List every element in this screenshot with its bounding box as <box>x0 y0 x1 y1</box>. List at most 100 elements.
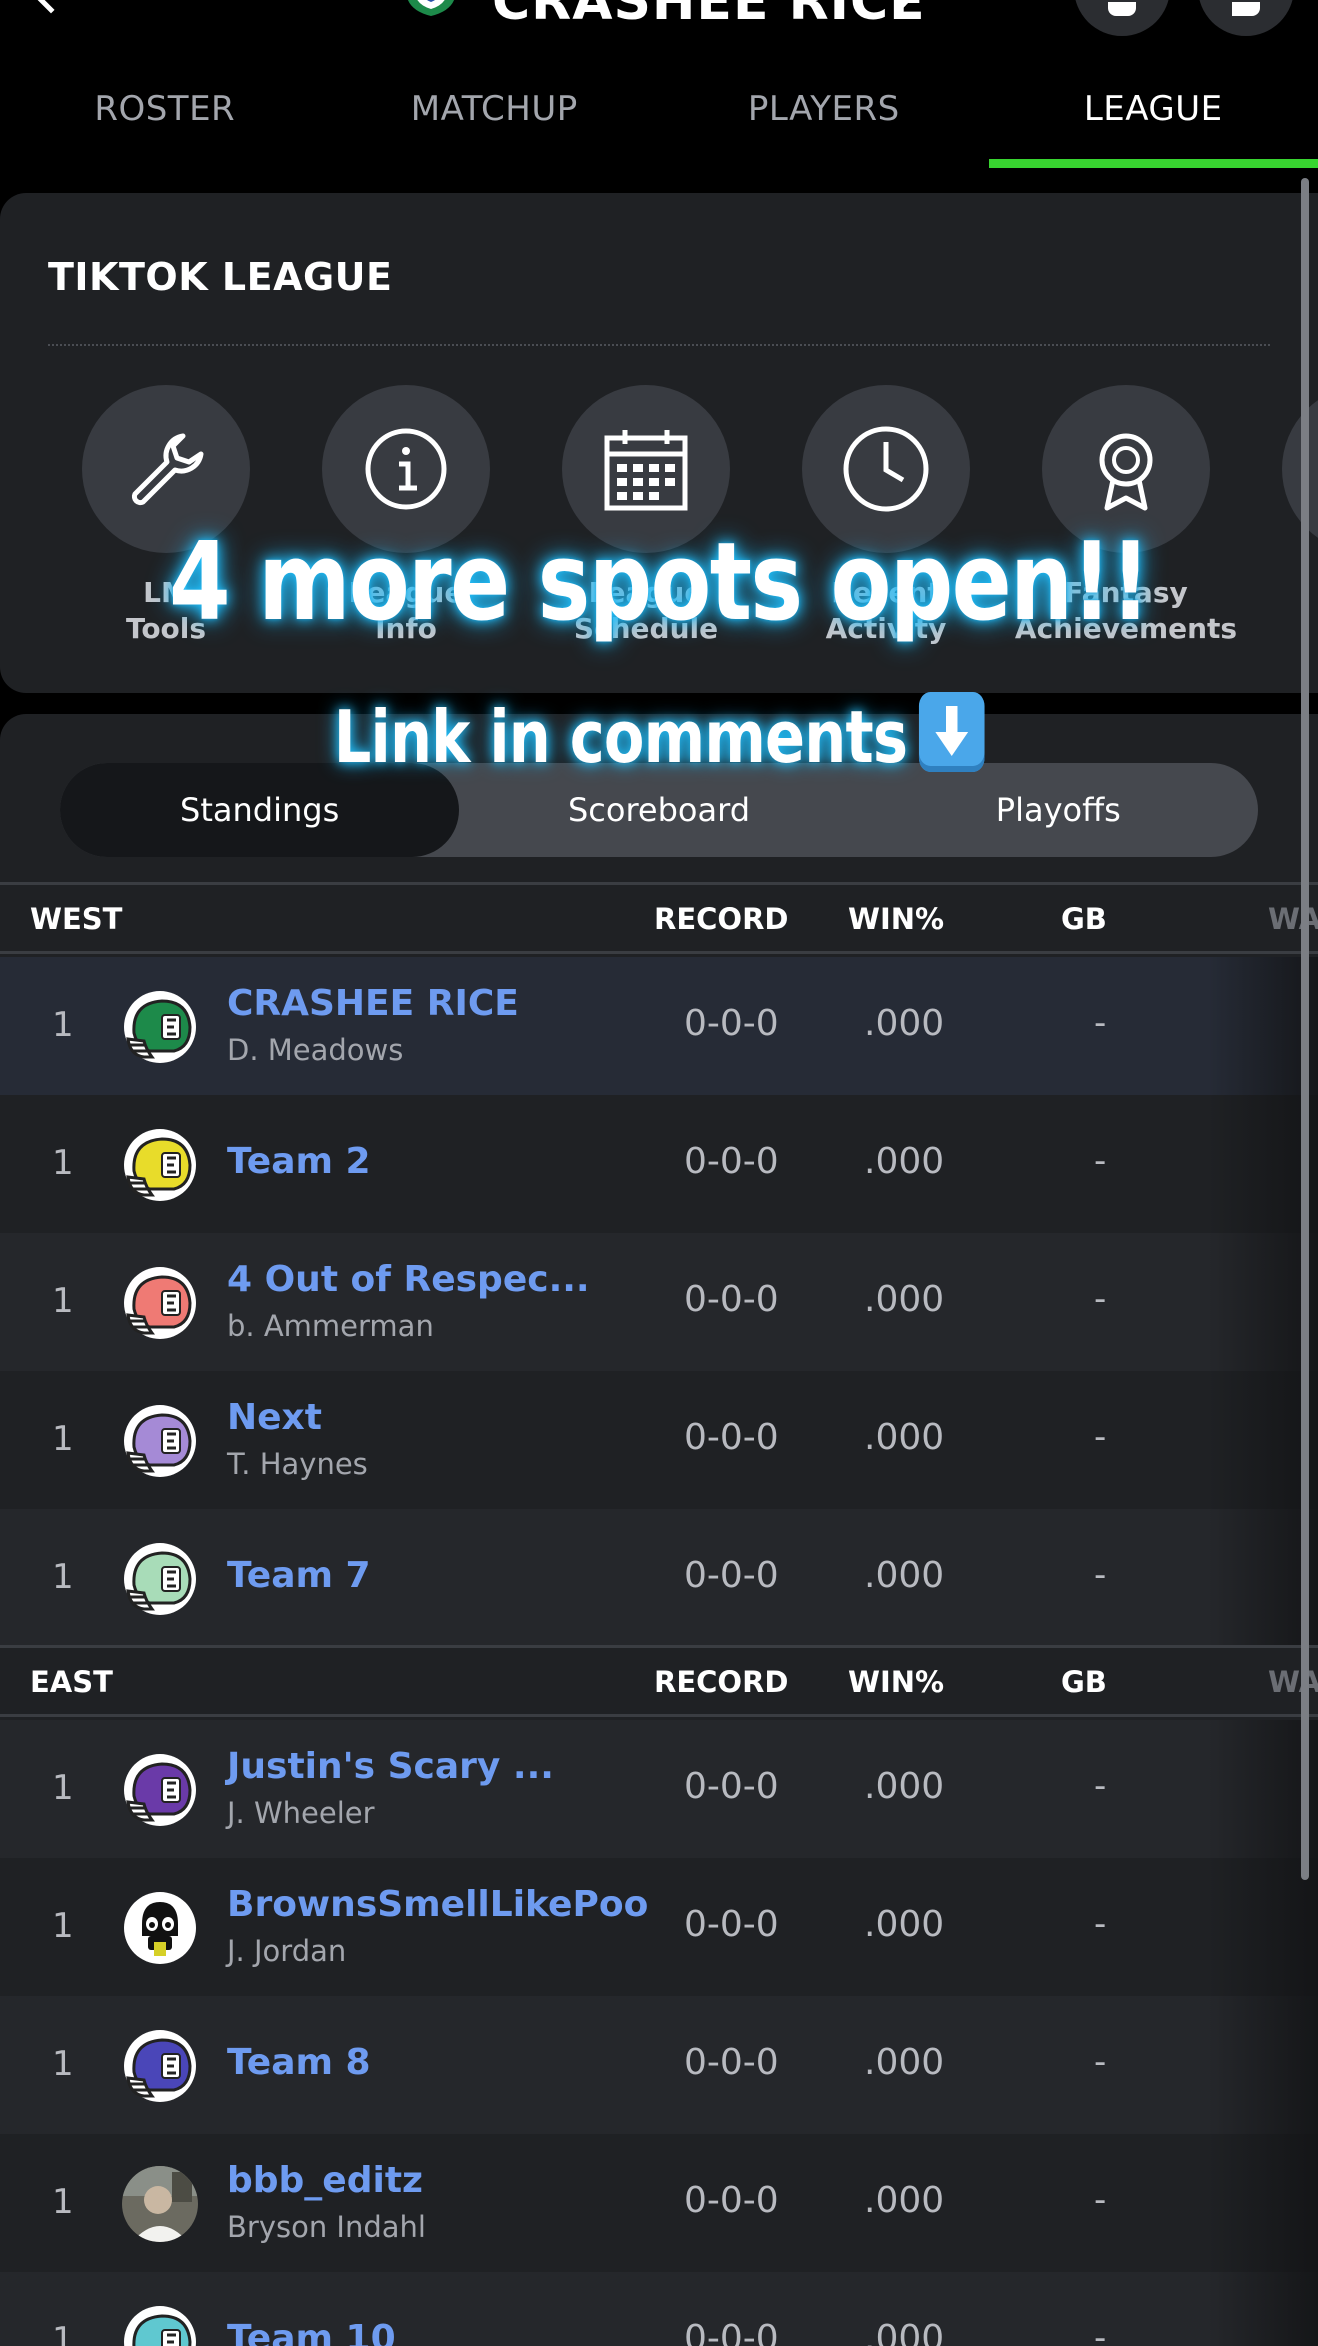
team-name-link[interactable]: BrownsSmellLikePoo <box>227 1884 648 1925</box>
team-win-pct: .000 <box>864 1141 945 1182</box>
division-name: WEST <box>30 902 123 936</box>
promo-overlay-subline: Link in comments <box>119 692 1200 779</box>
standings-row[interactable]: 1 Team 2 0-0-0 .000 - <box>0 1095 1318 1233</box>
standings-row[interactable]: 1 bbb_editz Bryson Indahl 0-0-0 .000 - <box>0 2134 1318 2272</box>
down-arrow-icon <box>918 692 985 772</box>
team-gb: - <box>1094 2180 1107 2220</box>
team-name-link[interactable]: Team 10 <box>227 2318 396 2346</box>
team-rank: 1 <box>52 1768 74 1808</box>
promo-overlay-text: Link in comments <box>333 695 908 779</box>
tab-players[interactable]: PLAYERS <box>659 50 989 168</box>
team-gb: - <box>1094 2318 1107 2346</box>
team-owner: T. Haynes <box>227 1447 368 1481</box>
team-helmet-icon <box>122 989 198 1065</box>
team-record: 0-0-0 <box>684 1904 779 1945</box>
team-name-link[interactable]: Team 8 <box>227 2042 371 2083</box>
team-win-pct: .000 <box>864 2318 945 2346</box>
team-title[interactable]: CRASHEE RICE <box>492 0 926 32</box>
col-wa[interactable]: WA <box>1268 1665 1318 1699</box>
team-name-link[interactable]: Justin's Scary ... <box>227 1746 554 1787</box>
notifications-button[interactable] <box>1074 0 1170 36</box>
team-rank: 1 <box>52 2320 74 2346</box>
team-name-link[interactable]: Team 7 <box>227 1555 371 1596</box>
team-record: 0-0-0 <box>684 1003 779 1044</box>
team-win-pct: .000 <box>864 2042 945 2083</box>
team-record: 0-0-0 <box>684 1417 779 1458</box>
league-name: TIKTOK LEAGUE <box>48 255 393 299</box>
col-record[interactable]: RECORD <box>654 1665 788 1699</box>
standings-row[interactable]: 1 Team 8 0-0-0 .000 - <box>0 1996 1318 2134</box>
team-rank: 1 <box>52 1419 74 1459</box>
chat-button[interactable] <box>1198 0 1294 36</box>
team-record: 0-0-0 <box>684 1555 779 1596</box>
team-rank: 1 <box>52 2044 74 2084</box>
team-helmet-icon <box>122 2028 198 2104</box>
team-owner: D. Meadows <box>227 1033 404 1067</box>
col-win-pct[interactable]: WIN% <box>848 902 944 936</box>
team-record: 0-0-0 <box>684 1766 779 1807</box>
row-fade <box>1208 1996 1318 2134</box>
standings-row[interactable]: 1 Next T. Haynes 0-0-0 .000 - <box>0 1371 1318 1509</box>
back-chevron-icon[interactable] <box>32 0 70 14</box>
team-name-link[interactable]: bbb_editz <box>227 2160 423 2201</box>
col-record[interactable]: RECORD <box>654 902 788 936</box>
col-gb[interactable]: GB <box>1061 1665 1107 1699</box>
team-gb: - <box>1094 2042 1107 2082</box>
team-name-link[interactable]: Next <box>227 1397 322 1438</box>
row-fade <box>1208 2272 1318 2346</box>
team-gb: - <box>1094 1417 1107 1457</box>
team-win-pct: .000 <box>864 1279 945 1320</box>
main-nav-tabs: ROSTER MATCHUP PLAYERS LEAGUE <box>0 50 1318 168</box>
row-fade <box>1208 2134 1318 2272</box>
bell-icon <box>1108 2 1136 16</box>
standings-row[interactable]: 1 Team 7 0-0-0 .000 - <box>0 1509 1318 1647</box>
team-gb: - <box>1094 1279 1107 1319</box>
team-helmet-icon <box>122 1890 198 1966</box>
team-name-link[interactable]: Team 2 <box>227 1141 371 1182</box>
divider <box>48 344 1270 346</box>
team-helmet-icon <box>122 1403 198 1479</box>
team-name-link[interactable]: CRASHEE RICE <box>227 983 519 1024</box>
team-rank: 1 <box>52 1557 74 1597</box>
team-owner: Bryson Indahl <box>227 2210 426 2244</box>
team-win-pct: .000 <box>864 1555 945 1596</box>
team-helmet-icon <box>122 2166 198 2242</box>
team-name-link[interactable]: 4 Out of Respec... <box>227 1259 590 1300</box>
team-owner: b. Ammerman <box>227 1309 434 1343</box>
scrollbar[interactable] <box>1301 178 1309 1880</box>
division-header: EAST RECORD WIN% GB WA <box>0 1645 1318 1717</box>
team-win-pct: .000 <box>864 1003 945 1044</box>
team-record: 0-0-0 <box>684 2318 779 2346</box>
standings-row[interactable]: 1 Team 10 0-0-0 .000 - <box>0 2272 1318 2346</box>
team-win-pct: .000 <box>864 1904 945 1945</box>
team-rank: 1 <box>52 1906 74 1946</box>
tab-league[interactable]: LEAGUE <box>988 50 1318 168</box>
team-rank: 1 <box>52 1005 74 1045</box>
tab-roster[interactable]: ROSTER <box>0 50 330 168</box>
team-record: 0-0-0 <box>684 1141 779 1182</box>
standings-row[interactable]: 1 CRASHEE RICE D. Meadows 0-0-0 .000 - <box>0 957 1318 1095</box>
standings-card: Standings Scoreboard Playoffs WEST RECOR… <box>0 714 1318 2346</box>
top-app-bar: CRASHEE RICE <box>0 0 1318 50</box>
col-gb[interactable]: GB <box>1061 902 1107 936</box>
team-helmet-icon <box>122 1127 198 1203</box>
team-win-pct: .000 <box>864 1417 945 1458</box>
team-record: 0-0-0 <box>684 1279 779 1320</box>
tab-matchup[interactable]: MATCHUP <box>330 50 660 168</box>
col-win-pct[interactable]: WIN% <box>848 1665 944 1699</box>
team-helmet-icon <box>122 1752 198 1828</box>
team-helmet-icon <box>122 1541 198 1617</box>
team-gb: - <box>1094 1766 1107 1806</box>
standings-row[interactable]: 1 Justin's Scary ... J. Wheeler 0-0-0 .000 - <box>0 1720 1318 1858</box>
standings-row[interactable]: 1 BrownsSmellLikePoo J. Jordan 0-0-0 .000 - <box>0 1858 1318 1996</box>
team-owner: J. Jordan <box>227 1934 347 1968</box>
division-name: EAST <box>30 1665 113 1699</box>
standings-row[interactable]: 1 4 Out of Respec... b. Ammerman 0-0-0 .000 - <box>0 1233 1318 1371</box>
team-gb: - <box>1094 1141 1107 1181</box>
col-wa[interactable]: WA <box>1268 902 1318 936</box>
team-rank: 1 <box>52 1143 74 1183</box>
promo-overlay-headline: 4 more spots open!! <box>169 520 1151 645</box>
team-gb: - <box>1094 1904 1107 1944</box>
team-helmet-icon <box>122 1265 198 1341</box>
team-shield-icon <box>408 0 454 16</box>
